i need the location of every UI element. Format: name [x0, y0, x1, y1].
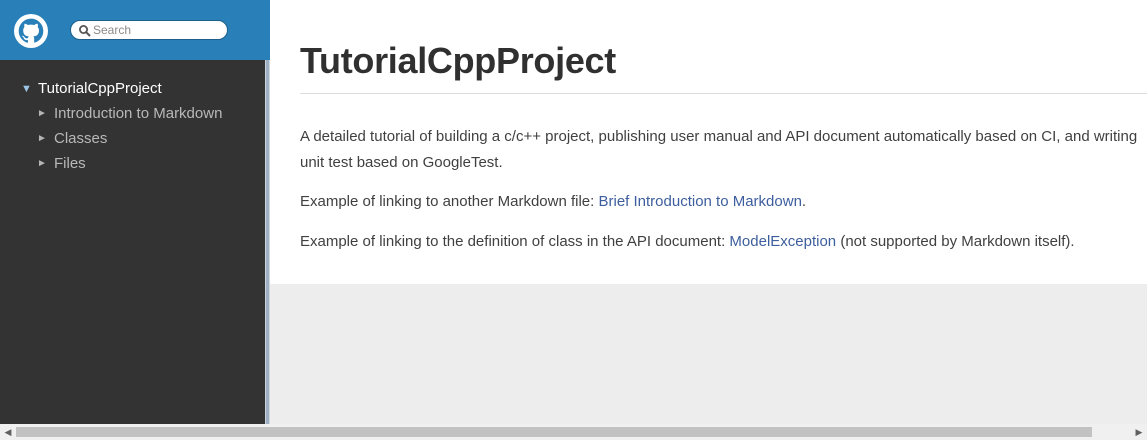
markdown-link-paragraph: Example of linking to another Markdown f… — [300, 189, 1145, 215]
nav-item-label[interactable]: Classes — [54, 128, 107, 150]
collapsed-arrow-icon[interactable]: ► — [37, 153, 47, 175]
main-content: TutorialCppProject A detailed tutorial o… — [270, 0, 1147, 284]
paragraph-text: Example of linking to another Markdown f… — [300, 193, 599, 210]
sidebar: ▼ TutorialCppProject ► Introduction to M… — [0, 0, 266, 424]
search-box[interactable] — [70, 20, 228, 40]
collapsed-arrow-icon[interactable]: ► — [37, 103, 47, 125]
scroll-right-arrow-icon[interactable]: ▶ — [1131, 424, 1147, 440]
sidebar-header — [0, 0, 270, 60]
paragraph-text: Example of linking to the definition of … — [300, 233, 730, 250]
model-exception-link[interactable]: ModelException — [729, 233, 836, 250]
page-title: TutorialCppProject — [300, 40, 616, 81]
search-icon — [79, 25, 91, 37]
horizontal-scrollbar[interactable]: ◀ ▶ — [0, 424, 1147, 440]
nav-item-label[interactable]: Files — [54, 153, 86, 175]
nav-item-classes[interactable]: ► Classes — [0, 128, 266, 153]
paragraph-text: . — [801, 193, 807, 210]
scroll-left-arrow-icon[interactable]: ◀ — [0, 424, 16, 440]
collapsed-arrow-icon[interactable]: ► — [37, 128, 47, 150]
class-link-paragraph: Example of linking to the definition of … — [300, 229, 1145, 255]
paragraph-text: (not supported by Markdown itself). — [836, 233, 1075, 250]
expanded-arrow-icon[interactable]: ▼ — [21, 78, 32, 100]
nav-item-files[interactable]: ► Files — [0, 153, 266, 178]
nav-item-label[interactable]: TutorialCppProject — [38, 78, 162, 100]
nav-item-introduction-to-markdown[interactable]: ► Introduction to Markdown — [0, 103, 266, 128]
scrollbar-thumb[interactable] — [16, 427, 1092, 437]
nav-tree: ▼ TutorialCppProject ► Introduction to M… — [0, 78, 266, 178]
search-input[interactable] — [93, 22, 223, 38]
nav-item-tutorialcppproject[interactable]: ▼ TutorialCppProject — [0, 78, 266, 103]
github-logo-icon[interactable] — [14, 14, 48, 48]
title-divider — [300, 93, 1147, 94]
description-paragraph: A detailed tutorial of building a c/c++ … — [300, 128, 1138, 171]
nav-item-label[interactable]: Introduction to Markdown — [54, 103, 222, 125]
brief-introduction-link[interactable]: Brief Introduction to Markdown — [598, 193, 801, 210]
